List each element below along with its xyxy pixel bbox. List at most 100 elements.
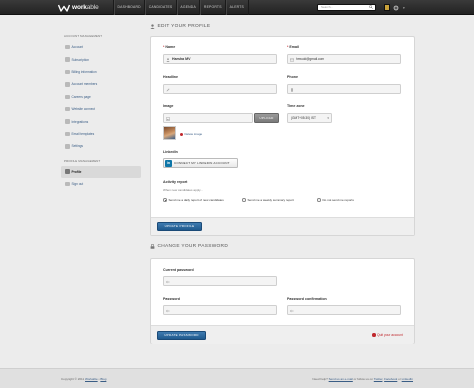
sidebar-item-label: Billing information (71, 69, 97, 74)
nav-agenda[interactable]: AGENDA (175, 0, 200, 15)
activity-hint: When new candidates apply... (163, 188, 203, 192)
password-heading: CHANGE YOUR PASSWORD (157, 244, 229, 249)
name-label: *Name (163, 45, 176, 49)
website-icon (65, 106, 70, 112)
sidebar-item-email-templates[interactable]: Email templates (61, 128, 141, 140)
sidebar-item-members[interactable]: Account members (61, 78, 141, 90)
sidebar-item-careers[interactable]: Careers page (61, 91, 141, 103)
sidebar-item-label: Email templates (71, 131, 95, 136)
sidebar-item-billing[interactable]: Billing information (61, 66, 141, 78)
password-field[interactable] (163, 305, 277, 315)
sidebar-item-subscription[interactable]: Subscription (61, 53, 141, 65)
top-bar: workable DASHBOARD CANDIDATES AGENDA REP… (0, 0, 474, 15)
subscription-icon (65, 57, 70, 62)
quit-account-link[interactable]: Quit your account (372, 333, 403, 337)
send-email-link[interactable]: Send us an e-mail (329, 377, 353, 381)
sidebar-account-title: ACCOUNT MANAGEMENT (64, 34, 103, 38)
page-footer: Copyright © 2011 Workable • Blog Need he… (0, 368, 474, 388)
nav-reports[interactable]: REPORTS (199, 0, 225, 15)
nav-candidates[interactable]: CANDIDATES (144, 0, 176, 15)
headline-label: Headline (163, 75, 178, 79)
update-password-button[interactable]: UPDATE PASSWORD (157, 331, 206, 340)
sidebar-item-label: Careers page (71, 94, 91, 99)
gear-icon[interactable] (393, 5, 399, 11)
image-label: Image (163, 104, 174, 108)
envelope-icon (290, 57, 294, 62)
sidebar-item-website[interactable]: Website connect (61, 103, 141, 115)
delete-image-link[interactable]: Delete image (180, 132, 202, 136)
email-label: *Email (287, 45, 299, 49)
key-icon (290, 308, 294, 313)
timezone-label: Time zone (287, 104, 305, 108)
pencil-icon (166, 87, 170, 92)
nav-dashboard[interactable]: DASHBOARD (113, 0, 144, 15)
key-icon (166, 279, 170, 284)
blog-link[interactable]: Blog (100, 377, 106, 381)
activity-label: Activity report (163, 180, 188, 184)
phone-field[interactable] (287, 84, 401, 94)
sidebar-item-label: Website connect (71, 107, 96, 112)
activity-option-daily[interactable]: Send me a daily report of new candidates (163, 198, 224, 202)
headline-field[interactable] (163, 84, 277, 94)
password-label: Password (163, 297, 180, 301)
radio-icon (242, 198, 246, 202)
activity-option-none[interactable]: Do not send me reports (317, 198, 354, 202)
nav-alerts[interactable]: ALERTS (225, 0, 249, 15)
linkedin-label: LinkedIn (163, 150, 178, 154)
radio-icon (163, 198, 167, 202)
facebook-link[interactable]: Facebook (384, 377, 397, 381)
timezone-select[interactable]: (GMT+05:30) IST ▾ (287, 113, 332, 123)
password-confirmation-label: Password confirmation (287, 297, 327, 301)
chevron-down-icon: ▾ (327, 116, 329, 120)
current-password-field[interactable] (163, 276, 277, 286)
image-file-field[interactable] (163, 113, 253, 123)
user-icon (150, 24, 155, 29)
careers-icon (65, 94, 70, 99)
workable-logo[interactable]: workable (58, 3, 99, 12)
current-password-label: Current password (163, 268, 194, 272)
linkedin-link[interactable]: LinkedIn (402, 377, 413, 381)
profile-panel: *Name Harsha MV *Email hmvuid@gmail.com … (150, 36, 415, 236)
sidebar-item-signout[interactable]: Sign out (61, 178, 141, 190)
signout-icon (65, 181, 70, 187)
upload-button[interactable]: UPLOAD (254, 113, 279, 123)
feedback: Need help? Send us an e-mail or follow u… (312, 377, 413, 381)
password-panel: Current password Password Password confi… (150, 258, 415, 344)
logo-text: workable (72, 4, 99, 11)
sidebar-item-label: Account (71, 45, 84, 50)
search-icon[interactable] (369, 5, 373, 9)
twitter-link[interactable]: Twitter (374, 377, 383, 381)
delete-icon (180, 132, 183, 136)
activity-option-weekly[interactable]: Send me a weekly summary report (242, 198, 294, 202)
profile-photo (163, 126, 176, 140)
members-icon (65, 82, 70, 87)
sidebar: ACCOUNT MANAGEMENT Account Subscription … (61, 34, 141, 190)
phone-label: Phone (287, 75, 298, 79)
name-field[interactable]: Harsha MV (163, 54, 277, 64)
copyright: Copyright © 2011 Workable • Blog (61, 377, 107, 381)
profile-form-actions: UPDATE PROFILE (151, 217, 414, 235)
linkedin-connect-button[interactable]: in CONNECT MY LINKEDIN ACCOUNT (163, 158, 238, 168)
sidebar-item-integrations[interactable]: Integrations (61, 115, 141, 127)
key-icon (166, 308, 170, 313)
account-icon (65, 44, 70, 50)
email-field[interactable]: hmvuid@gmail.com (287, 54, 401, 64)
email-icon (65, 131, 70, 137)
password-confirmation-field[interactable] (287, 305, 401, 315)
sidebar-item-label: Account members (71, 82, 98, 87)
profile-heading: EDIT YOUR PROFILE (157, 24, 211, 29)
sidebar-item-profile[interactable]: Profile (61, 165, 141, 178)
user-avatar[interactable] (384, 4, 390, 11)
sidebar-item-label: Sign out (71, 182, 84, 187)
sidebar-item-label: Subscription (71, 57, 90, 62)
chevron-down-icon[interactable]: ▾ (403, 6, 405, 10)
update-profile-button[interactable]: UPDATE PROFILE (157, 222, 202, 231)
search-input[interactable]: Search... (317, 4, 376, 11)
main-nav: DASHBOARD CANDIDATES AGENDA REPORTS ALER… (113, 0, 249, 15)
sidebar-profile-title: PROFILE MANAGEMENT (64, 158, 101, 163)
workable-link[interactable]: Workable (85, 377, 98, 381)
sidebar-item-account[interactable]: Account (61, 41, 141, 53)
sidebar-item-settings[interactable]: Settings (61, 140, 141, 152)
phone-icon (290, 87, 294, 92)
profile-icon (65, 169, 70, 174)
